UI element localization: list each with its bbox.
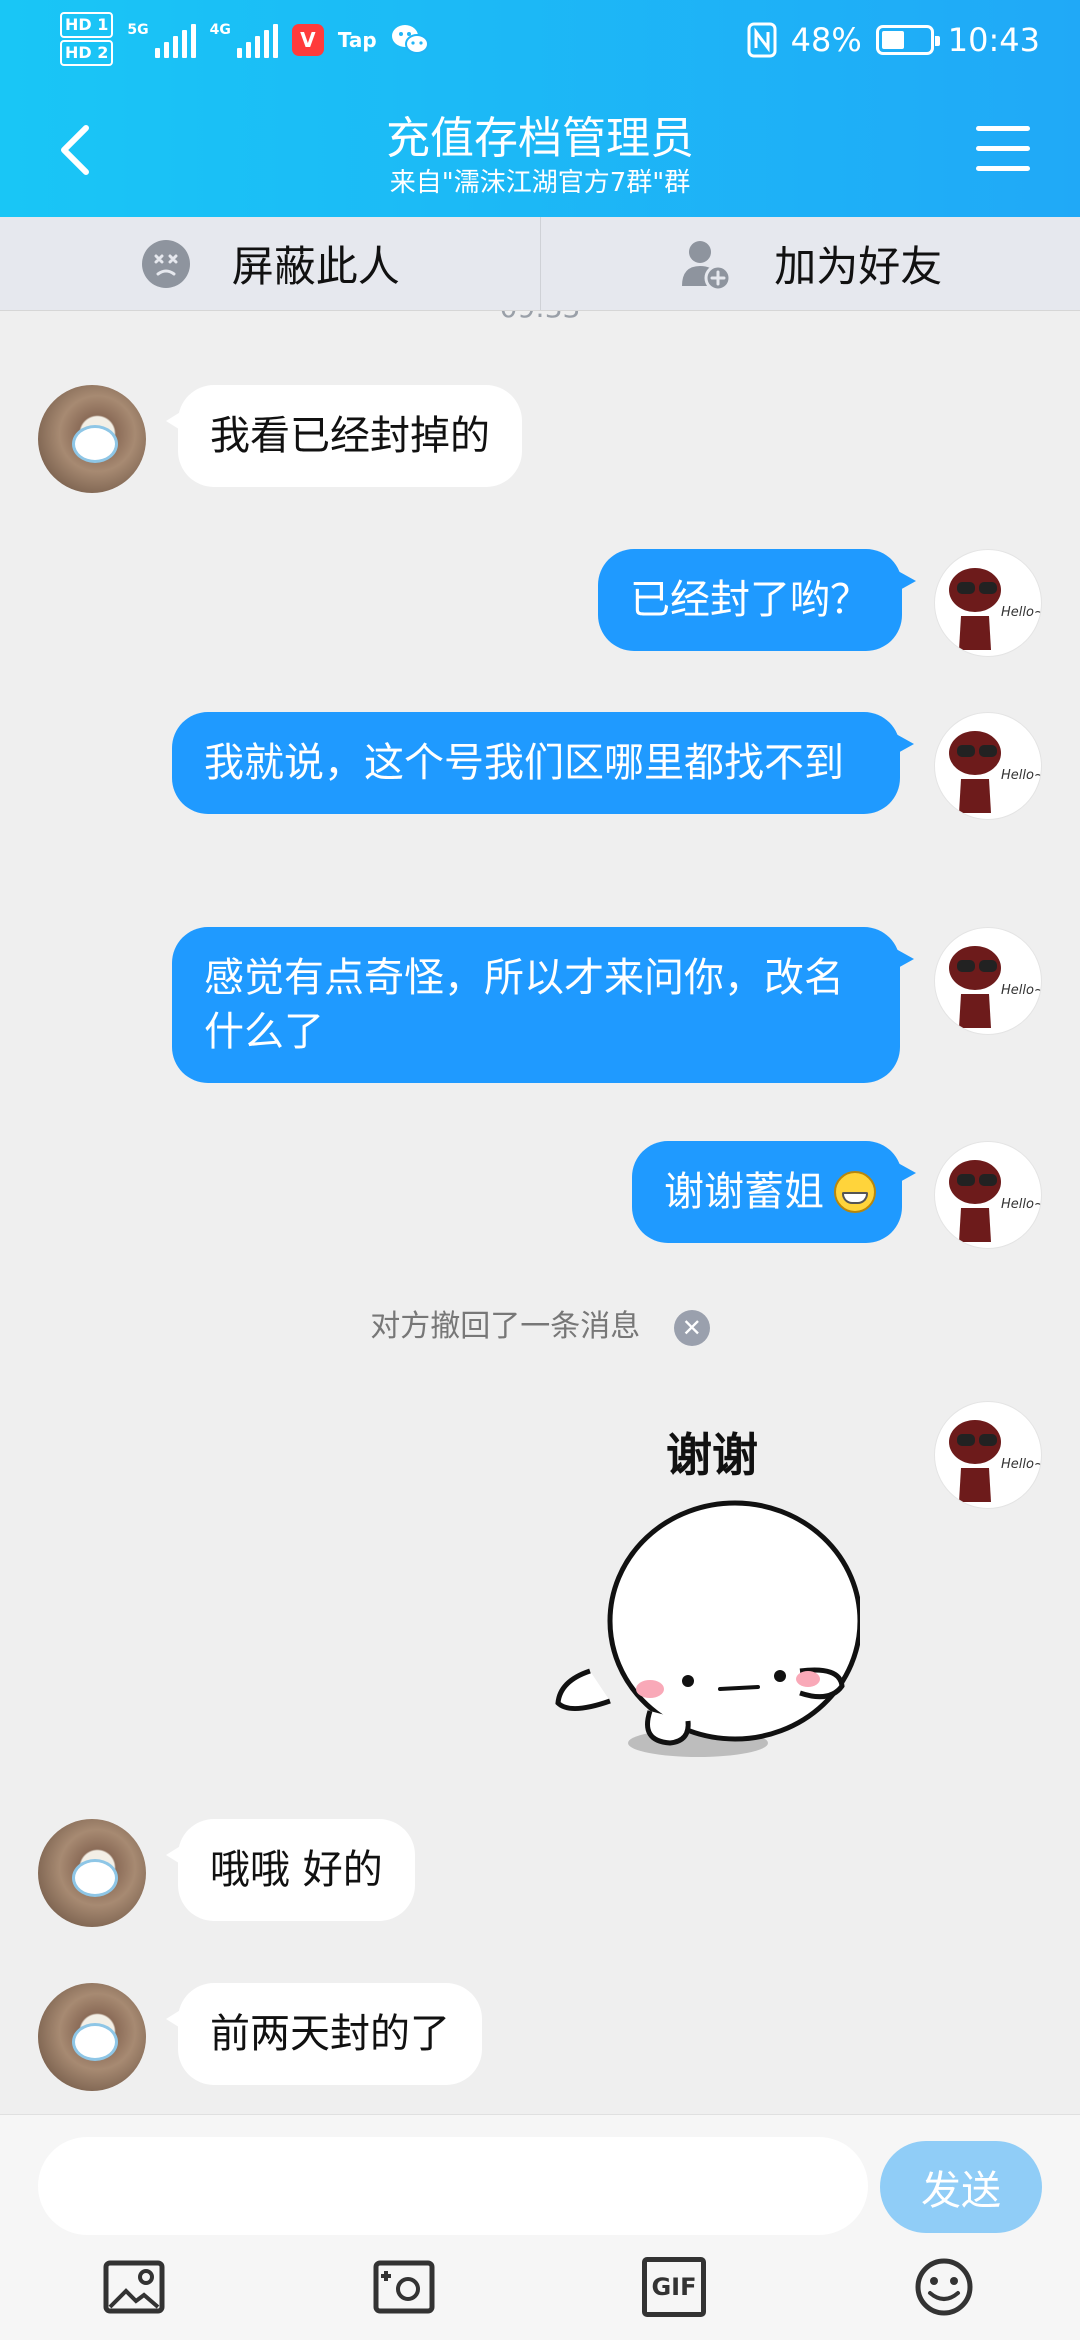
page-subtitle: 来自"濡沫江湖官方7群"群	[389, 168, 691, 198]
sender-avatar[interactable]	[38, 1819, 146, 1927]
add-friend-icon	[682, 240, 732, 291]
outgoing-message[interactable]: 我就说，这个号我们区哪里都找不到	[172, 712, 914, 814]
emoji-icon[interactable]	[912, 2257, 976, 2317]
status-bar: HD 1 HD 2 5G 4G V Tap 48% 10:43	[0, 0, 1080, 80]
nfc-icon	[747, 22, 777, 58]
hello-avatar-icon: Hello~	[949, 946, 1042, 1028]
network-4g-label: 4G	[209, 22, 231, 38]
image-icon[interactable]	[102, 2257, 166, 2317]
action-bar: 屏蔽此人 加为好友	[0, 217, 1080, 311]
hello-avatar-icon: Hello~	[949, 568, 1042, 650]
wechat-icon	[391, 25, 429, 54]
recall-notice-text: 对方撤回了一条消息	[370, 1309, 641, 1344]
incoming-message[interactable]: 我看已经封掉的	[166, 385, 522, 487]
sender-avatar[interactable]	[38, 1983, 146, 2091]
battery-icon	[875, 25, 940, 55]
message-input[interactable]	[38, 2137, 868, 2235]
block-user-label: 屏蔽此人	[231, 242, 400, 291]
outgoing-message[interactable]: 已经封了哟？	[598, 549, 916, 651]
status-right: 48% 10:43	[747, 12, 1040, 68]
chat-timestamp: 09:33	[0, 311, 1080, 324]
block-face-icon	[141, 239, 190, 288]
clock: 10:43	[947, 21, 1040, 59]
gif-icon[interactable]: GIF	[642, 2257, 706, 2317]
add-friend-label: 加为好友	[774, 242, 943, 291]
my-avatar[interactable]: Hello~	[934, 712, 1042, 820]
chat-area[interactable]: 09:33 我看已经封掉的 已经封了哟？ Hello~ 我就说，这个号我们区哪里…	[0, 311, 1080, 2114]
send-button[interactable]: 发送	[880, 2141, 1042, 2233]
nav-bar: 充值存档管理员 来自"濡沫江湖官方7群"群	[0, 80, 1080, 217]
battery-fill	[881, 31, 904, 49]
outgoing-message[interactable]: 谢谢蓄姐	[632, 1141, 916, 1243]
page-title: 充值存档管理员	[386, 113, 694, 164]
tap-app-icon: Tap	[337, 28, 377, 52]
incoming-message[interactable]: 前两天封的了	[166, 1983, 482, 2085]
close-icon[interactable]: ✕	[673, 1309, 710, 1346]
hello-avatar-icon: Hello~	[949, 1420, 1042, 1502]
incoming-message[interactable]: 哦哦 好的	[166, 1819, 415, 1921]
my-avatar[interactable]: Hello~	[934, 549, 1042, 657]
input-bar: 发送 GIF	[0, 2114, 1080, 2340]
add-friend-button[interactable]: 加为好友	[541, 217, 1080, 310]
avatar-hello-text: Hello~	[1001, 768, 1042, 783]
status-left: HD 1 HD 2 5G 4G V Tap	[60, 12, 429, 68]
menu-icon[interactable]	[976, 126, 1030, 172]
camera-icon[interactable]	[372, 2257, 436, 2317]
hello-avatar-icon: Hello~	[949, 731, 1042, 813]
outgoing-message-text: 谢谢蓄姐	[664, 1169, 824, 1215]
outgoing-message[interactable]: 感觉有点奇怪，所以才来问你，改名什么了	[172, 927, 914, 1083]
app-v-icon: V	[291, 24, 324, 56]
signal-5g-icon: 5G	[127, 22, 196, 58]
hd1-label: HD 1	[60, 12, 114, 38]
avatar-hello-text: Hello~	[1001, 1457, 1042, 1472]
sticker-character-icon	[555, 1500, 860, 1757]
my-avatar[interactable]: Hello~	[934, 927, 1042, 1035]
avatar-hello-text: Hello~	[1001, 983, 1042, 998]
avatar-hello-text: Hello~	[1001, 605, 1042, 620]
block-user-button[interactable]: 屏蔽此人	[0, 217, 541, 310]
my-avatar[interactable]: Hello~	[934, 1141, 1042, 1249]
top-bar: HD 1 HD 2 5G 4G V Tap 48% 10:43 充值存档管理员 …	[0, 0, 1080, 217]
my-avatar[interactable]: Hello~	[934, 1401, 1042, 1509]
hd-indicator: HD 1 HD 2	[60, 12, 114, 68]
network-5g-label: 5G	[127, 22, 149, 38]
battery-percent: 48%	[790, 21, 862, 59]
sticker-message[interactable]: 谢谢	[550, 1401, 860, 1761]
sender-avatar[interactable]	[38, 385, 146, 493]
avatar-hello-text: Hello~	[1001, 1197, 1042, 1212]
hello-avatar-icon: Hello~	[949, 1160, 1042, 1242]
signal-4g-icon: 4G	[210, 22, 278, 58]
hd2-label: HD 2	[60, 40, 114, 66]
grin-emoji-icon	[834, 1171, 876, 1213]
recall-notice: 对方撤回了一条消息 ✕	[0, 1301, 1080, 1346]
